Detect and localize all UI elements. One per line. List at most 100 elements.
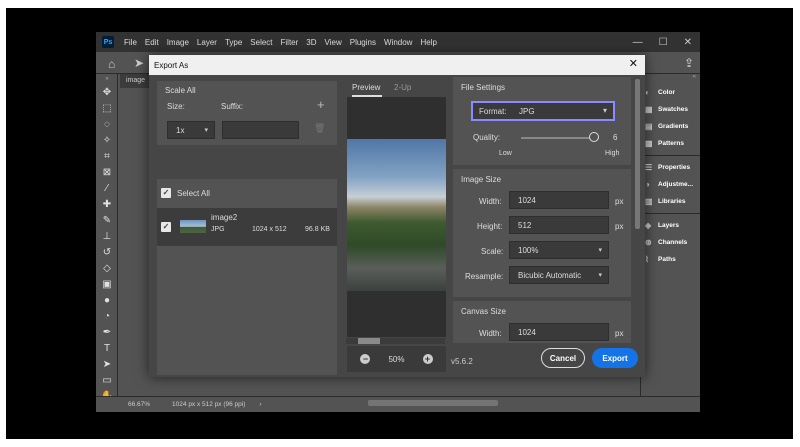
path-select-icon[interactable]: ➤ xyxy=(96,356,118,372)
history-brush-icon[interactable]: ↺ xyxy=(96,244,118,260)
menu-filter[interactable]: Filter xyxy=(277,38,303,47)
panel-separator xyxy=(641,213,700,214)
panel-patterns[interactable]: ▩ Patterns xyxy=(641,135,700,152)
asset-row[interactable]: ✓ image2 JPG 1024 x 512 96.8 KB xyxy=(157,208,337,246)
preview-image xyxy=(347,139,446,291)
move-tool-icon[interactable]: ➤ xyxy=(134,56,144,70)
libraries-icon: ▥ xyxy=(645,197,653,206)
home-icon[interactable]: ⌂ xyxy=(108,57,115,71)
eraser-icon[interactable]: ◇ xyxy=(96,260,118,276)
panel-adjustments[interactable]: ◑ Adjustme... xyxy=(641,176,700,193)
tab-preview[interactable]: Preview xyxy=(352,83,380,92)
healing-icon[interactable]: ✚ xyxy=(96,196,118,212)
preview-scrollbar-thumb[interactable] xyxy=(358,338,380,344)
trash-icon[interactable]: 🗑 xyxy=(314,123,325,134)
rectangle-icon[interactable]: ▭ xyxy=(96,372,118,388)
menu-3d[interactable]: 3D xyxy=(302,38,320,47)
file-settings-section: File Settings Format: JPG ▾ Quality: 6 L… xyxy=(453,77,631,165)
panel-paths[interactable]: ⌇ Paths xyxy=(641,251,700,268)
settings-scrollbar[interactable] xyxy=(635,79,640,229)
collapse-panels-icon[interactable]: « xyxy=(641,74,700,84)
add-scale-icon[interactable]: + xyxy=(317,97,325,112)
stamp-icon[interactable]: ⊥ xyxy=(96,228,118,244)
panel-swatches[interactable]: ▦ Swatches xyxy=(641,101,700,118)
menu-help[interactable]: Help xyxy=(416,38,440,47)
menu-layer[interactable]: Layer xyxy=(193,38,221,47)
size-select[interactable]: 1x ▾ xyxy=(167,121,215,139)
panel-separator xyxy=(641,155,700,156)
asset-list: ✓ Select All ✓ image2 JPG 1024 x 512 96.… xyxy=(157,179,337,375)
magic-wand-icon[interactable]: ✧ xyxy=(96,132,118,148)
menu-type[interactable]: Type xyxy=(221,38,246,47)
quality-slider-track[interactable] xyxy=(521,137,599,139)
quality-label: Quality: xyxy=(473,133,501,142)
panel-properties[interactable]: ☰ Properties xyxy=(641,159,700,176)
photoshop-logo: Ps xyxy=(102,36,114,48)
canvas-horizontal-scrollbar[interactable] xyxy=(368,400,498,406)
canvas-size-section: Canvas Size Width: 1024 px xyxy=(453,301,631,343)
format-select[interactable]: Format: JPG ▾ xyxy=(471,101,615,121)
close-window-button[interactable]: ✕ xyxy=(684,37,692,48)
scale-select[interactable]: 100% ▾ xyxy=(509,241,609,259)
scale-all-heading: Scale All xyxy=(165,86,196,95)
dialog-title-bar: Export As ✕ xyxy=(149,55,645,75)
select-all-checkbox[interactable]: ✓ xyxy=(161,188,171,198)
lasso-icon[interactable]: ◌ xyxy=(96,116,118,132)
canvas-width-input[interactable]: 1024 xyxy=(509,323,609,341)
gradient-icon[interactable]: ▣ xyxy=(96,276,118,292)
tools-panel: » ✥ ⬚ ◌ ✧ ⌗ ⊠ ⁄ ✚ ✎ ⊥ ↺ ◇ ▣ ● ◔ ✒ T ➤ ▭ … xyxy=(96,74,118,402)
brush-icon[interactable]: ✎ xyxy=(96,212,118,228)
maximize-button[interactable]: ☐ xyxy=(659,37,668,48)
menu-file[interactable]: File xyxy=(120,38,141,47)
panel-channels[interactable]: ⊛ Channels xyxy=(641,234,700,251)
asset-checkbox[interactable]: ✓ xyxy=(161,222,171,232)
panel-layers[interactable]: ◈ Layers xyxy=(641,217,700,234)
panel-color[interactable]: ◐ Color xyxy=(641,84,700,101)
cancel-button[interactable]: Cancel xyxy=(541,348,585,368)
status-arrow-icon[interactable]: › xyxy=(259,401,261,408)
adjustments-icon: ◑ xyxy=(645,180,650,189)
menu-image[interactable]: Image xyxy=(163,38,193,47)
menu-view[interactable]: View xyxy=(321,38,346,47)
width-input[interactable]: 1024 xyxy=(509,191,609,209)
panel-gradients[interactable]: ▤ Gradients xyxy=(641,118,700,135)
export-button[interactable]: Export xyxy=(592,348,638,368)
quality-slider-handle[interactable] xyxy=(589,132,599,142)
menu-select[interactable]: Select xyxy=(246,38,276,47)
minimize-button[interactable]: — xyxy=(633,37,643,48)
canvas-width-unit: px xyxy=(615,329,624,338)
height-input[interactable]: 512 xyxy=(509,216,609,234)
quality-value: 6 xyxy=(613,133,618,142)
frame-icon[interactable]: ⊠ xyxy=(96,164,118,180)
blur-icon[interactable]: ● xyxy=(96,292,118,308)
zoom-level[interactable]: 66.67% xyxy=(128,401,150,408)
type-icon[interactable]: T xyxy=(96,340,118,356)
image-size-section: Image Size Width: 1024 px Height: 512 px… xyxy=(453,169,631,297)
menu-window[interactable]: Window xyxy=(380,38,416,47)
resample-select[interactable]: Bicubic Automatic ▾ xyxy=(509,266,609,284)
preview-area[interactable] xyxy=(347,97,446,337)
properties-icon: ☰ xyxy=(645,163,653,172)
menu-plugins[interactable]: Plugins xyxy=(346,38,380,47)
canvas-width-label: Width: xyxy=(479,329,502,338)
tab-2up[interactable]: 2-Up xyxy=(394,83,411,92)
zoom-in-icon[interactable]: + xyxy=(422,354,433,364)
height-unit: px xyxy=(615,222,624,231)
chevron-down-icon: ▾ xyxy=(598,272,602,279)
dodge-icon[interactable]: ◔ xyxy=(96,308,118,324)
collapse-icon[interactable]: » xyxy=(96,74,118,84)
panel-libraries[interactable]: ▥ Libraries xyxy=(641,193,700,210)
share-icon[interactable]: ⇪ xyxy=(684,56,694,70)
pen-icon[interactable]: ✒ xyxy=(96,324,118,340)
left-pane: Scale All Size: Suffix: + 1x ▾ 🗑 ✓ Selec… xyxy=(149,75,344,377)
close-icon[interactable]: ✕ xyxy=(629,57,638,70)
right-panel-dock: « ◐ Color ▦ Swatches ▤ Gradients ▩ Patterns … xyxy=(640,74,700,398)
gradient-panel-icon: ▤ xyxy=(645,122,653,131)
crop-icon[interactable]: ⌗ xyxy=(96,148,118,164)
menu-edit[interactable]: Edit xyxy=(141,38,163,47)
marquee-icon[interactable]: ⬚ xyxy=(96,100,118,116)
suffix-input[interactable] xyxy=(222,121,299,139)
zoom-out-icon[interactable]: − xyxy=(360,354,371,364)
move-icon[interactable]: ✥ xyxy=(96,84,118,100)
eyedropper-icon[interactable]: ⁄ xyxy=(96,180,118,196)
